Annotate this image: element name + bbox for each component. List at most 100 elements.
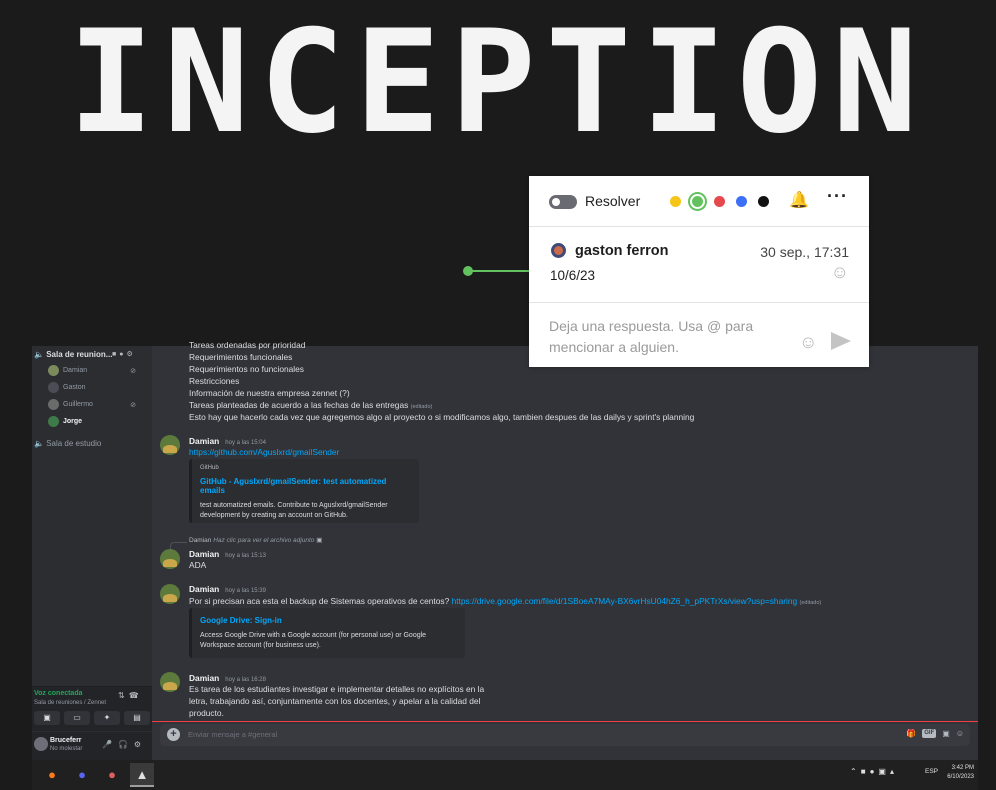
- voice-channel-header[interactable]: 🔈 Sala de reunion...: [34, 350, 112, 359]
- message-line: producto.: [189, 708, 224, 718]
- reply-preview[interactable]: Damian Haz clic para ver el archivo adju…: [189, 536, 322, 544]
- message-line: Requerimientos funcionales: [189, 352, 293, 362]
- message-line: Restricciones: [189, 376, 240, 386]
- avatar[interactable]: [34, 737, 48, 751]
- message-line: letra, trabajando así, conjuntamente con…: [189, 696, 481, 706]
- message-line: Tareas planteadas de acuerdo a las fecha…: [189, 400, 433, 410]
- new-messages-divider: [152, 721, 978, 722]
- embed-description: test automatized emails. Contribute to A…: [200, 502, 388, 519]
- avatar: [48, 399, 59, 410]
- user-controls[interactable]: 🎤🎧⚙: [102, 740, 147, 749]
- slide-title: INCEPTION: [68, 0, 928, 165]
- disconnect-icon[interactable]: ⇅☎: [118, 691, 143, 700]
- user-status: No molestar: [50, 746, 83, 752]
- comment-popup: Resolver 🔔 ··· gaston ferron 30 sep., 17…: [529, 176, 869, 367]
- voice-user[interactable]: Guillermo ⊘: [48, 399, 148, 410]
- activity-button[interactable]: ✦: [94, 711, 120, 725]
- chat-area: Tareas ordenadas por prioridad Requerimi…: [152, 340, 978, 760]
- edited-tag: (editado): [799, 600, 822, 606]
- resolve-toggle[interactable]: [549, 195, 577, 209]
- avatar[interactable]: [160, 549, 180, 569]
- username: Bruceferr: [50, 737, 82, 744]
- color-red[interactable]: [714, 196, 725, 207]
- message-timestamp: hoy a las 16:28: [225, 677, 266, 683]
- photos-icon[interactable]: ▲: [130, 763, 154, 787]
- embed-provider: GitHub: [200, 465, 219, 471]
- embed-description: Access Google Drive with a Google accoun…: [200, 632, 427, 649]
- color-green[interactable]: [692, 196, 703, 207]
- color-black[interactable]: [758, 196, 769, 207]
- clock[interactable]: 3:42 PM 6/10/2023: [947, 764, 974, 782]
- avatar: [48, 382, 59, 393]
- gif-icon[interactable]: GIF: [922, 729, 937, 738]
- discord-icon[interactable]: ●: [70, 763, 94, 785]
- comment-time: 30 sep., 17:31: [760, 244, 849, 260]
- avatar[interactable]: [160, 435, 180, 455]
- voice-user[interactable]: Gaston: [48, 382, 148, 393]
- message-text: ADA: [189, 560, 207, 570]
- gift-icon[interactable]: 🎁: [906, 729, 916, 738]
- system-tray-icons[interactable]: ⌃■●▣▴: [850, 767, 898, 776]
- camera-button[interactable]: ▣: [34, 711, 60, 725]
- channel-header-icons[interactable]: ■●⚙: [112, 350, 136, 358]
- comment-connector: [468, 270, 530, 272]
- comment-text: 10/6/23: [550, 268, 596, 283]
- voice-channel-study[interactable]: 🔈 Sala de estudio: [34, 439, 101, 448]
- message-author[interactable]: Damian hoy a las 15:04: [189, 436, 266, 446]
- color-blue[interactable]: [736, 196, 747, 207]
- reply-input[interactable]: Deja una respuesta. Usa @ para mencionar…: [549, 316, 789, 358]
- soundboard-button[interactable]: ▤: [124, 711, 150, 725]
- voice-location: Sala de reuniones / Zennet: [34, 700, 107, 706]
- message-line: Requerimientos no funcionales: [189, 364, 304, 374]
- muted-icon: ⊘: [130, 367, 136, 375]
- color-yellow[interactable]: [670, 196, 681, 207]
- send-icon[interactable]: [831, 332, 851, 350]
- emoji-icon[interactable]: ☺: [956, 729, 964, 738]
- resolve-label: Resolver: [585, 193, 641, 209]
- firefox-icon[interactable]: ●: [40, 763, 64, 785]
- comment-author: gaston ferron: [575, 243, 669, 259]
- message-author[interactable]: Damian hoy a las 15:39: [189, 584, 266, 594]
- message-line: Información de nuestra empresa zennet (?…: [189, 388, 350, 398]
- bell-icon[interactable]: 🔔: [789, 190, 809, 210]
- add-attachment-icon[interactable]: +: [167, 728, 180, 741]
- voice-user[interactable]: Jorge: [48, 416, 148, 427]
- language-indicator[interactable]: ESP: [925, 768, 938, 775]
- message-text: Por si precisan aca esta el backup de Si…: [189, 596, 822, 606]
- more-options-icon[interactable]: ···: [827, 186, 848, 207]
- embed-title[interactable]: Google Drive: Sign-in: [200, 616, 457, 625]
- message-input-placeholder: Enviar mensaje a #general: [188, 730, 278, 739]
- speaker-icon: 🔈: [34, 350, 44, 359]
- voice-connection-panel: Voz conectada Sala de reuniones / Zennet…: [32, 686, 152, 731]
- screen-share-button[interactable]: ▭: [64, 711, 90, 725]
- channel-sidebar: 🔈 Sala de reunion... ■●⚙ Damian ⊘ Gaston …: [32, 346, 152, 760]
- message-line: Tareas ordenadas por prioridad: [189, 340, 306, 350]
- avatar: [48, 365, 59, 376]
- voice-user[interactable]: Damian ⊘: [48, 365, 148, 376]
- avatar[interactable]: [160, 672, 180, 692]
- message-link[interactable]: https://drive.google.com/file/d/1SBoeA7M…: [452, 596, 798, 606]
- embed-title[interactable]: GitHub - Aguslxrd/gmailSender: test auto…: [200, 477, 411, 495]
- sticker-icon[interactable]: ▣: [942, 729, 950, 738]
- avatar: [48, 416, 59, 427]
- app-icon[interactable]: ●: [100, 763, 124, 785]
- muted-icon: ⊘: [130, 401, 136, 409]
- message-line: Es tarea de los estudiantes investigar e…: [189, 684, 485, 694]
- voice-status: Voz conectada: [34, 690, 83, 697]
- discord-window: 🔈 Sala de reunion... ■●⚙ Damian ⊘ Gaston …: [32, 340, 978, 760]
- link-embed: Google Drive: Sign-in Access Google Driv…: [189, 608, 465, 658]
- message-input[interactable]: + Enviar mensaje a #general 🎁 GIF ▣ ☺: [160, 724, 970, 746]
- avatar[interactable]: [160, 584, 180, 604]
- message-timestamp: hoy a las 15:04: [225, 440, 266, 446]
- message-author[interactable]: Damian hoy a las 15:13: [189, 549, 266, 559]
- message-link[interactable]: https://github.com/Aguslxrd/gmailSender: [189, 447, 339, 457]
- emoji-icon[interactable]: ☺: [799, 332, 817, 353]
- divider: [529, 226, 869, 227]
- message-timestamp: hoy a las 15:13: [225, 553, 266, 559]
- image-icon: ▣: [316, 537, 323, 544]
- message-author[interactable]: Damian hoy a las 16:28: [189, 673, 266, 683]
- add-reaction-icon[interactable]: ☺: [831, 262, 849, 283]
- taskbar: ● ● ● ▲ ⌃■●▣▴ ESP 3:42 PM 6/10/2023: [32, 760, 978, 790]
- message-line: Esto hay que hacerlo cada vez que agrege…: [189, 412, 695, 422]
- comment-marker[interactable]: [463, 266, 473, 276]
